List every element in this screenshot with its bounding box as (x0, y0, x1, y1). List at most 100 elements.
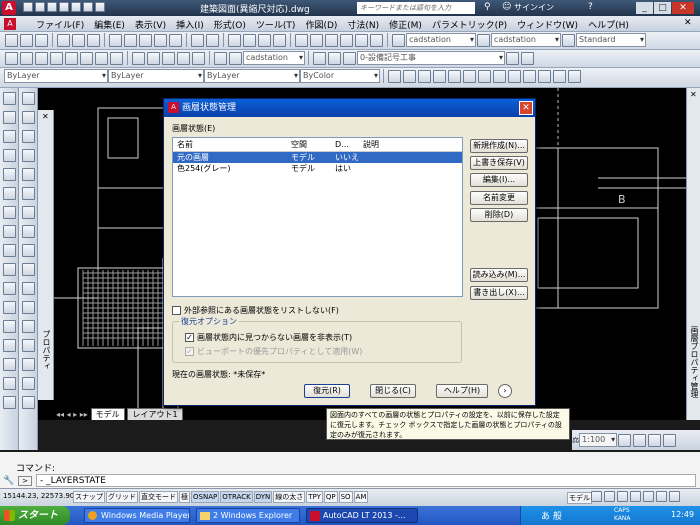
task-media-player[interactable]: Windows Media Player (84, 508, 190, 523)
save-icon[interactable] (47, 2, 57, 12)
dim-style-icon[interactable] (477, 33, 490, 47)
model-space-button[interactable]: モデル (567, 492, 592, 504)
snap-endpoint-icon[interactable] (388, 69, 401, 83)
paste-icon[interactable] (139, 33, 152, 47)
undo-icon[interactable] (83, 2, 93, 12)
tab-model[interactable]: モデル (90, 408, 125, 420)
toolpalette-icon[interactable] (325, 33, 338, 47)
status-toggle-9[interactable]: QP (323, 491, 338, 503)
table-style-icon[interactable] (562, 33, 575, 47)
hide-layers-checkbox[interactable]: ✓ (185, 333, 194, 342)
text-style-select[interactable]: cadstation (406, 33, 476, 47)
lock-icon[interactable] (343, 51, 356, 65)
line-icon[interactable] (3, 92, 16, 105)
mtext-icon[interactable] (22, 92, 35, 105)
tab-nav-icon[interactable]: ◂◂ ◂ ▸ ▸▸ (56, 410, 88, 419)
status-toggle-0[interactable]: スナップ (73, 491, 105, 503)
cut-icon[interactable] (109, 33, 122, 47)
dim-style2-select[interactable]: cadstation (243, 51, 305, 65)
menu-item-4[interactable]: 形式(O) (214, 21, 246, 31)
layer-current-icon[interactable] (521, 51, 534, 65)
status-toggle-4[interactable]: OSNAP (191, 491, 220, 503)
explode-icon[interactable] (22, 396, 35, 409)
stretch-icon[interactable] (22, 263, 35, 276)
clean-screen-icon[interactable] (669, 491, 680, 502)
layer-prev-icon[interactable] (506, 51, 519, 65)
save-icon[interactable] (35, 33, 48, 47)
chamfer-icon[interactable] (22, 358, 35, 371)
task-autocad[interactable]: AutoCAD LT 2013 -... (306, 508, 418, 523)
layer-state-row[interactable]: 元の画層 モデル いいえ (173, 152, 462, 163)
linetype-select[interactable]: ByLayer (108, 69, 204, 83)
layer-manager-icon[interactable] (214, 51, 227, 65)
column-header-d[interactable]: D... (335, 138, 349, 152)
layout-icon[interactable] (591, 491, 602, 502)
status-toggle-8[interactable]: TPY (306, 491, 323, 503)
erase-icon[interactable] (22, 111, 35, 124)
export-button[interactable]: 書き出し(X)... (470, 286, 528, 300)
column-header-space[interactable]: 空間 (291, 138, 307, 152)
hatch-icon[interactable] (3, 339, 16, 352)
ellipse-icon[interactable] (110, 51, 123, 65)
import-button[interactable]: 読み込み(M)... (470, 268, 528, 282)
menu-item-10[interactable]: ウィンドウ(W) (517, 21, 578, 31)
break-icon[interactable] (22, 320, 35, 333)
match-icon[interactable] (154, 33, 167, 47)
layer-states-list[interactable]: 名前 空間 D... 説明 元の画層 モデル いいえ 色254(グレー) モデル はい (172, 137, 463, 297)
pan-icon[interactable] (617, 491, 628, 502)
palette-close-icon[interactable]: ✕ (690, 90, 697, 99)
join-icon[interactable] (22, 339, 35, 352)
preview-icon[interactable] (72, 33, 85, 47)
zoom-window-icon[interactable] (258, 33, 271, 47)
rectangle-icon[interactable] (80, 51, 93, 65)
tab-layout1[interactable]: レイアウト1 (127, 408, 183, 420)
menu-item-1[interactable]: 編集(E) (94, 21, 125, 31)
snap-nearest-icon[interactable] (553, 69, 566, 83)
light-bulb-icon[interactable] (313, 51, 326, 65)
snap-node-icon[interactable] (538, 69, 551, 83)
command-input[interactable]: - _LAYERSTATE (36, 474, 696, 487)
xline-icon[interactable] (3, 111, 16, 124)
dim-style-select[interactable]: cadstation (491, 33, 561, 47)
sheetset-icon[interactable] (340, 33, 353, 47)
dim-angle-icon[interactable] (177, 51, 190, 65)
snap-midpoint-icon[interactable] (403, 69, 416, 83)
copy-icon[interactable] (22, 130, 35, 143)
redo-icon[interactable] (206, 33, 219, 47)
snap-parallel-icon[interactable] (523, 69, 536, 83)
polygon-icon[interactable] (3, 149, 16, 162)
expand-icon[interactable]: › (498, 384, 512, 398)
polyline-icon[interactable] (3, 130, 16, 143)
start-button[interactable]: スタート (0, 506, 70, 525)
annotation-auto-icon[interactable] (633, 433, 647, 447)
redo-icon[interactable] (95, 2, 105, 12)
snap-apparent-icon[interactable] (433, 69, 446, 83)
menu-app-icon[interactable]: A (4, 18, 16, 30)
menu-item-6[interactable]: 作図(D) (305, 21, 337, 31)
move-icon[interactable] (22, 206, 35, 219)
zoom-icon[interactable] (630, 491, 641, 502)
spline-icon[interactable] (3, 244, 16, 257)
arc-icon[interactable] (3, 187, 16, 200)
user-icon[interactable]: ☺ (502, 2, 511, 12)
dim-radius-icon[interactable] (162, 51, 175, 65)
plotstyle-select[interactable]: ByColor (300, 69, 380, 83)
edit-button[interactable]: 編集(I)... (470, 173, 528, 187)
zoom-icon[interactable] (243, 33, 256, 47)
revcloud-icon[interactable] (3, 225, 16, 238)
insert-icon[interactable] (3, 282, 16, 295)
restore-button[interactable]: 復元(R) (304, 384, 350, 398)
snap-tangent-icon[interactable] (493, 69, 506, 83)
new-icon[interactable] (5, 33, 18, 47)
help-icon[interactable]: ? (588, 2, 593, 12)
open-icon[interactable] (35, 2, 45, 12)
point-icon[interactable] (3, 320, 16, 333)
copy-icon[interactable] (124, 33, 137, 47)
status-toggle-6[interactable]: DYN (253, 491, 273, 503)
print-icon[interactable] (57, 33, 70, 47)
status-toggle-2[interactable]: 直交モード (139, 491, 178, 503)
workspace-icon[interactable] (648, 433, 662, 447)
lock-icon[interactable] (663, 433, 677, 447)
block-icon[interactable] (3, 301, 16, 314)
close-button[interactable]: ✕ (672, 2, 694, 14)
